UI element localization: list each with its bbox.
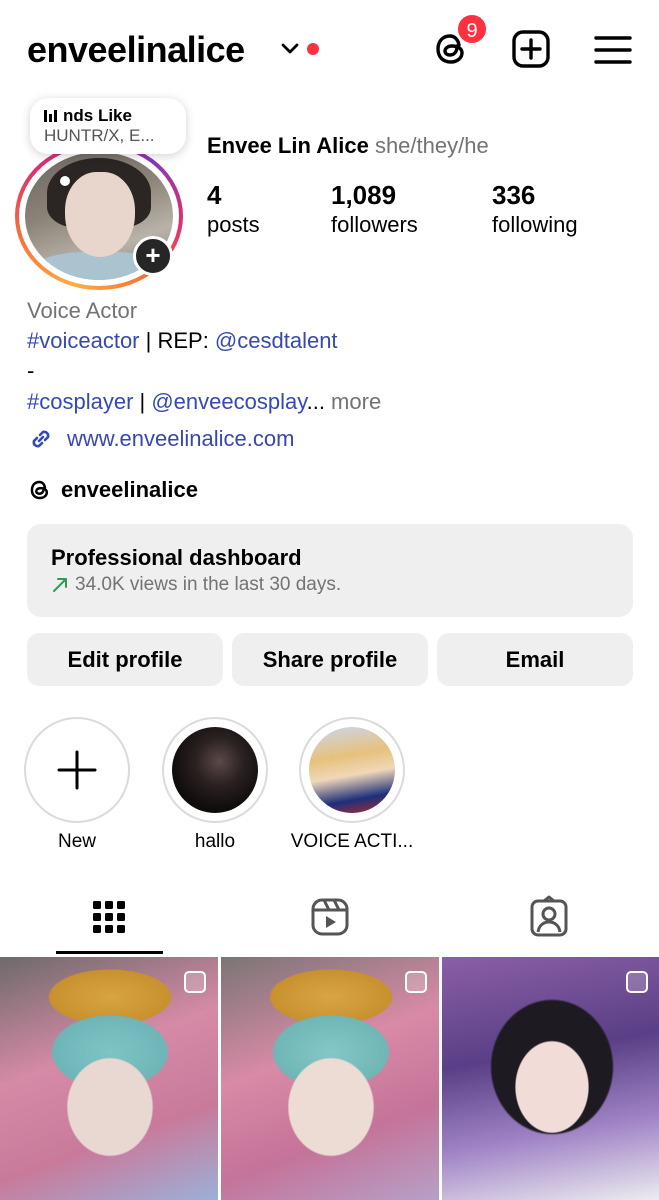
- threads-handle-text: enveelinalice: [61, 477, 198, 502]
- profile-full-name: Envee Lin Alice she/they/he: [207, 131, 489, 161]
- stat-posts-label: posts: [207, 212, 260, 237]
- notification-badge: 9: [456, 13, 488, 45]
- grid-post[interactable]: [0, 957, 218, 1200]
- grid-post[interactable]: [221, 957, 439, 1200]
- threads-small-icon: [30, 480, 49, 500]
- unread-dot: [307, 43, 319, 55]
- multiple-photos-icon: [626, 971, 648, 993]
- highlight-voice-acting[interactable]: VOICE ACTI...: [291, 717, 413, 855]
- profile-username[interactable]: enveelinalice: [27, 28, 245, 72]
- active-tab-indicator: [56, 951, 163, 954]
- highlight-label: New: [57, 831, 96, 852]
- bio-more-link[interactable]: more: [325, 389, 381, 414]
- music-bars-icon: [44, 110, 57, 122]
- website-link[interactable]: www.enveelinalice.com: [27, 424, 294, 454]
- bio-line-2: -: [27, 358, 35, 383]
- bio-rep-text: | REP:: [139, 328, 215, 353]
- pronouns: she/they/he: [374, 133, 489, 158]
- stat-followers[interactable]: 1,089 followers: [331, 180, 418, 240]
- professional-dashboard[interactable]: Professional dashboard 34.0K views in th…: [27, 524, 633, 617]
- reels-icon[interactable]: [308, 895, 352, 939]
- highlight-cover: [162, 717, 268, 823]
- bio-line-3: #cosplayer | @enveecosplay... more: [27, 387, 381, 417]
- highlight-cover: [299, 717, 405, 823]
- create-post-icon[interactable]: [510, 28, 552, 70]
- bio-category: Voice Actor: [27, 298, 138, 323]
- multiple-photos-icon: [184, 971, 206, 993]
- stat-followers-count: 1,089: [331, 180, 397, 210]
- chevron-down-icon[interactable]: [279, 38, 301, 60]
- add-story-icon[interactable]: +: [133, 236, 173, 276]
- stat-followers-label: followers: [331, 212, 418, 237]
- highlight-label: VOICE ACTI...: [290, 831, 414, 852]
- note-subtitle: HUNTR/X, E...: [44, 126, 155, 145]
- bio-separator: |: [133, 389, 152, 414]
- grid-post[interactable]: [442, 957, 659, 1200]
- hashtag-voiceactor[interactable]: #voiceactor: [27, 328, 140, 353]
- mention-cesdtalent[interactable]: @cesdtalent: [215, 328, 338, 353]
- dashboard-subtitle-row: 34.0K views in the last 30 days.: [51, 572, 609, 598]
- stat-posts-count: 4: [207, 180, 222, 210]
- hashtag-cosplayer[interactable]: #cosplayer: [27, 389, 133, 414]
- stat-posts[interactable]: 4 posts: [207, 180, 260, 240]
- grid-icon[interactable]: [87, 895, 131, 939]
- stat-following-count: 336: [492, 180, 536, 210]
- multiple-photos-icon: [405, 971, 427, 993]
- note-tail-dot: [60, 176, 70, 186]
- link-icon: [32, 430, 50, 448]
- mention-enveecosplay[interactable]: @enveecosplay: [151, 389, 306, 414]
- plus-icon: [24, 717, 130, 823]
- music-note-bubble[interactable]: nds Like HUNTR/X, E...: [30, 98, 186, 154]
- bio-line-1: #voiceactor | REP: @cesdtalent: [27, 326, 338, 356]
- tagged-icon[interactable]: [527, 895, 571, 939]
- edit-profile-button[interactable]: Edit profile: [27, 633, 223, 686]
- email-button[interactable]: Email: [437, 633, 633, 686]
- stat-following[interactable]: 336 following: [492, 180, 578, 240]
- trend-up-icon: [53, 578, 67, 592]
- menu-icon[interactable]: [592, 30, 634, 72]
- dashboard-title: Professional dashboard: [51, 545, 302, 570]
- bio-ellipsis: ...: [306, 389, 325, 414]
- share-profile-button[interactable]: Share profile: [232, 633, 428, 686]
- website-url: www.enveelinalice.com: [67, 426, 295, 451]
- full-name-text: Envee Lin Alice: [207, 133, 369, 158]
- dashboard-subtitle: 34.0K views in the last 30 days.: [75, 574, 342, 595]
- highlight-new[interactable]: New: [24, 717, 130, 855]
- threads-profile-link[interactable]: enveelinalice: [27, 475, 198, 505]
- highlight-hallo[interactable]: hallo: [162, 717, 268, 855]
- highlight-label: hallo: [194, 831, 236, 852]
- stat-following-label: following: [492, 212, 578, 237]
- note-title: nds Like: [63, 106, 132, 125]
